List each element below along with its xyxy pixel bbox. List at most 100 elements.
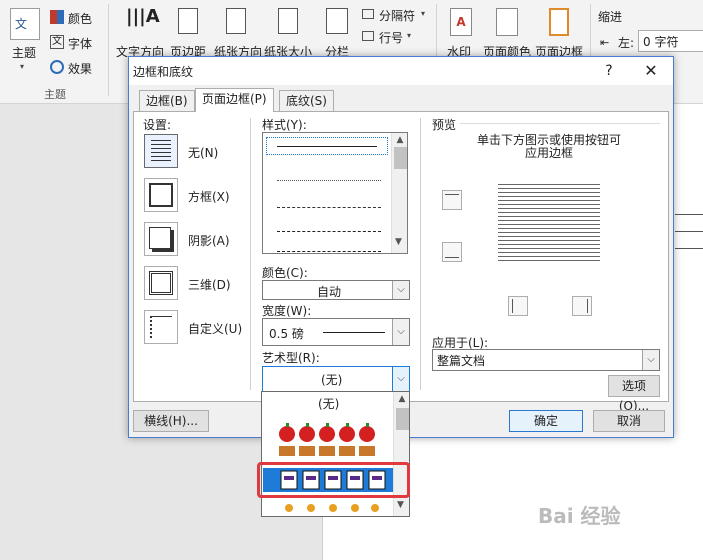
chevron-down-icon: ▾	[20, 62, 25, 71]
options-button[interactable]: 选项(O)...	[608, 375, 660, 413]
left-border-button[interactable]	[508, 296, 528, 316]
width-select[interactable]: 0.5 磅 ⌵	[262, 318, 410, 346]
indent-label: 缩进	[598, 10, 623, 24]
style-item-selected[interactable]	[266, 137, 388, 155]
line-numbers-button[interactable]: 行号	[379, 29, 403, 46]
page-color-icon	[496, 8, 518, 36]
style-scrollbar[interactable]: ▲ ▼	[391, 133, 407, 253]
top-border-button[interactable]	[442, 190, 462, 210]
effects-button[interactable]: 效果	[68, 60, 92, 77]
art-label: 艺术型(R):	[262, 351, 320, 365]
dialog-titlebar[interactable]: 边框和底纹 ? ✕	[129, 57, 673, 85]
highlight-box	[257, 462, 410, 498]
table-line	[675, 214, 703, 215]
dialog-title: 边框和底纹	[133, 65, 194, 79]
colors-button[interactable]: 颜色	[68, 10, 92, 27]
effects-icon	[50, 60, 64, 74]
right-border-button[interactable]	[572, 296, 592, 316]
chevron-down-icon[interactable]: ⌵	[392, 367, 409, 391]
width-line-sample	[323, 332, 385, 333]
close-button[interactable]: ✕	[635, 59, 667, 83]
setting-shadow-icon[interactable]	[144, 222, 178, 256]
scroll-down-icon[interactable]: ▼	[397, 500, 404, 510]
style-item-dashed[interactable]	[277, 231, 381, 232]
color-label: 颜色(C):	[262, 266, 308, 280]
tab-borders[interactable]: 边框(B)	[139, 90, 195, 112]
baidu-watermark: Bai 经验	[538, 504, 621, 528]
setting-3d-icon[interactable]	[144, 266, 178, 300]
watermark-icon: A	[450, 8, 472, 36]
indent-left-field[interactable]: 0 字符	[638, 30, 703, 52]
indent-left-label: 左:	[618, 36, 635, 50]
ok-button[interactable]: 确定	[509, 410, 583, 432]
setting-3d-label[interactable]: 三维(D)	[188, 276, 231, 293]
chevron-down-icon[interactable]: ⌵	[642, 350, 659, 370]
tab-shading[interactable]: 底纹(S)	[279, 90, 334, 112]
scroll-thumb[interactable]	[394, 147, 407, 169]
chevron-down-icon[interactable]: ⌵	[392, 281, 409, 299]
art-value: (无)	[321, 373, 343, 387]
scroll-up-icon[interactable]: ▲	[394, 394, 409, 404]
theme-button-label[interactable]: 主题	[12, 44, 36, 61]
art-item-cupcakes[interactable]	[263, 444, 393, 458]
help-button[interactable]: ?	[597, 59, 621, 83]
breaks-icon	[362, 9, 374, 19]
cancel-button[interactable]: 取消	[593, 410, 665, 432]
setting-none-icon[interactable]	[144, 134, 178, 168]
art-dropdown-list[interactable]: (无) ▲ ▼	[261, 391, 410, 517]
scroll-thumb[interactable]	[396, 408, 409, 430]
setting-shadow-label[interactable]: 阴影(A)	[188, 232, 230, 249]
scroll-up-icon[interactable]: ▲	[392, 135, 407, 145]
width-value: 0.5 磅	[269, 327, 304, 341]
setting-box-label[interactable]: 方框(X)	[188, 188, 230, 205]
column-divider	[250, 118, 251, 390]
table-line	[675, 248, 703, 249]
art-item-none[interactable]: (无)	[318, 395, 339, 412]
size-icon	[278, 8, 298, 34]
preview-page[interactable]	[494, 178, 604, 268]
preview-label: 预览	[432, 118, 457, 132]
fonts-icon: 文	[50, 35, 64, 49]
scroll-down-icon[interactable]: ▼	[395, 237, 402, 247]
chevron-down-icon[interactable]: ⌵	[392, 319, 409, 345]
tab-panel: 设置: 无(N) 方框(X) 阴影(A) 三维(D) 自定义(U) 样式(Y):	[133, 111, 669, 413]
breaks-button[interactable]: 分隔符	[379, 7, 415, 24]
setting-custom-icon[interactable]	[144, 310, 178, 344]
ribbon-separator	[108, 4, 109, 96]
art-item-apples[interactable]	[263, 422, 393, 446]
tab-page-border[interactable]: 页面边框(P)	[195, 88, 274, 112]
art-select[interactable]: (无) ⌵	[262, 366, 410, 392]
style-listbox[interactable]: ▲ ▼	[262, 132, 408, 254]
theme-icon[interactable]: 文	[10, 8, 40, 40]
art-item-fire[interactable]	[263, 496, 393, 516]
indent-left-icon: ⇤	[600, 36, 610, 49]
theme-group-label: 主题	[44, 88, 66, 101]
columns-icon	[326, 8, 348, 34]
preview-label-rule	[460, 123, 660, 124]
style-item-dashed-fine[interactable]	[277, 207, 381, 208]
colors-icon	[50, 10, 64, 24]
line-numbers-icon	[362, 31, 374, 41]
fonts-button[interactable]: 字体	[68, 35, 92, 52]
horizontal-line-button[interactable]: 横线(H)...	[133, 410, 209, 432]
apply-to-select[interactable]: 整篇文档 ⌵	[432, 349, 660, 371]
chevron-down-icon: ▾	[407, 31, 412, 40]
borders-shading-dialog: 边框和底纹 ? ✕ 边框(B) 页面边框(P) 底纹(S) 设置: 无(N) 方…	[128, 56, 674, 438]
style-item-dash-dot[interactable]	[277, 251, 381, 252]
color-value: 自动	[317, 285, 342, 299]
indent-left-value: 0 字符	[643, 35, 679, 49]
preview-hint: 单击下方图示或使用按钮可应用边框	[476, 133, 621, 160]
cupcake-icon	[279, 446, 375, 456]
theme-glyph-icon: 文	[15, 17, 28, 31]
setting-custom-label[interactable]: 自定义(U)	[188, 320, 242, 337]
color-select[interactable]: 自动 ⌵	[262, 280, 410, 300]
width-label: 宽度(W):	[262, 304, 312, 318]
style-item-dotted[interactable]	[277, 180, 381, 181]
style-label: 样式(Y):	[262, 118, 307, 132]
page-borders-icon	[549, 8, 569, 36]
setting-box-icon[interactable]	[144, 178, 178, 212]
setting-none-label[interactable]: 无(N)	[188, 144, 218, 161]
chevron-down-icon: ▾	[421, 9, 426, 18]
bottom-border-button[interactable]	[442, 242, 462, 262]
column-divider	[420, 118, 421, 390]
